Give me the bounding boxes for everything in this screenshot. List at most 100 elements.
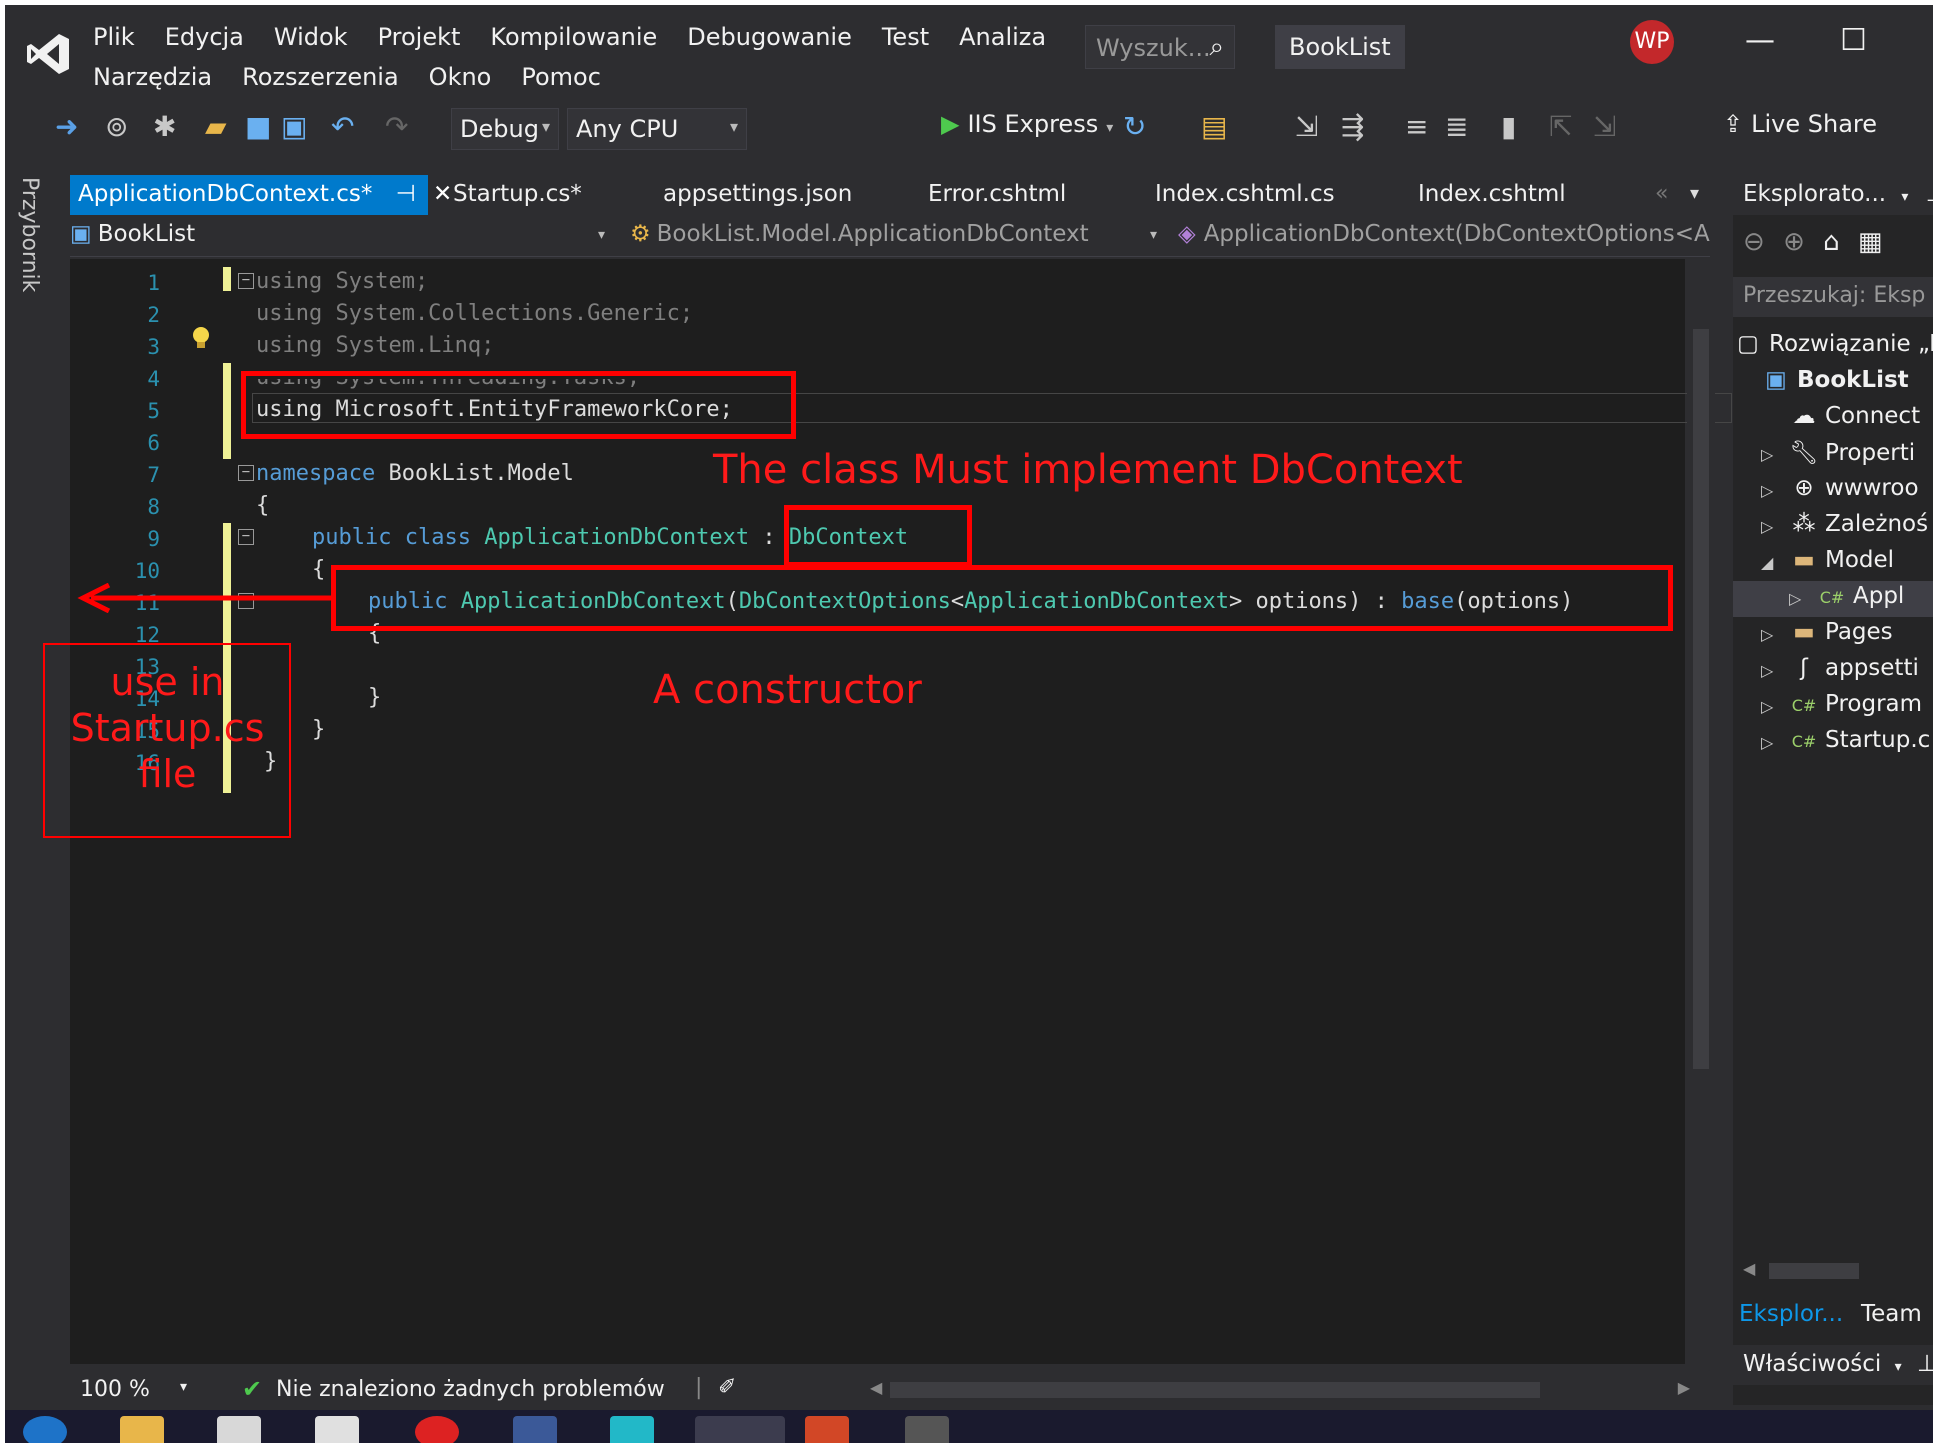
tree-item-model[interactable]: ▬ Model [1789, 547, 1894, 573]
tab-appsettings[interactable]: appsettings.json [655, 175, 860, 215]
save-all-icon[interactable]: ▣ [281, 110, 307, 143]
app-icon[interactable] [610, 1416, 654, 1443]
tree-item-pages[interactable]: ▬ Pages [1789, 619, 1893, 645]
scrollbar-thumb[interactable] [1769, 1263, 1859, 1279]
code-cleanup-icon[interactable]: ✐ [718, 1375, 736, 1400]
tab-solution-explorer[interactable]: Eksplor... [1739, 1301, 1843, 1327]
collapse-icon[interactable]: − [238, 273, 254, 289]
explorer-hscrollbar[interactable]: ◀ [1743, 1259, 1923, 1281]
expand-icon[interactable]: ▷ [1761, 481, 1773, 500]
expand-icon[interactable]: ▷ [1761, 517, 1773, 536]
tab-index-cshtml-cs[interactable]: Index.cshtml.cs [1147, 175, 1343, 215]
menu-narzedzia[interactable]: Narzędzia [93, 63, 212, 91]
scrollbar-thumb[interactable] [1693, 329, 1709, 1069]
tab-application-db-context[interactable]: ApplicationDbContext.cs* ⊣ ✕ [70, 175, 452, 215]
menu-plik[interactable]: Plik [93, 23, 135, 51]
step-into-icon[interactable]: ⇲ [1295, 110, 1318, 143]
chevron-down-icon[interactable]: ▾ [1895, 1359, 1902, 1375]
refresh-icon[interactable]: ↻ [1123, 110, 1146, 143]
open-folder-icon[interactable]: ▰ [205, 110, 227, 143]
redo-icon[interactable]: ↷ [385, 110, 408, 143]
properties-panel-title[interactable]: Właściwości ▾ ⊥ [1733, 1345, 1933, 1385]
maximize-button[interactable]: ☐ [1840, 23, 1867, 58]
scroll-right-icon[interactable]: ▶ [1678, 1378, 1690, 1397]
tree-item-appl[interactable]: C# Appl [1817, 583, 1905, 609]
horizontal-scrollbar[interactable]: ◀ ▶ [870, 1378, 1690, 1398]
undo-icon[interactable]: ↶ [331, 110, 354, 143]
mail-icon[interactable] [315, 1416, 359, 1443]
menu-projekt[interactable]: Projekt [378, 23, 461, 51]
tab-error-cshtml[interactable]: Error.cshtml [920, 175, 1074, 215]
home-icon[interactable]: ⌂ [1823, 227, 1840, 257]
menu-analiza[interactable]: Analiza [959, 23, 1046, 51]
collapse-icon[interactable]: ◢ [1761, 553, 1773, 572]
bookmark-icon[interactable]: ▮ [1501, 110, 1516, 143]
step-over-icon[interactable]: ⇶ [1341, 110, 1364, 143]
pin-icon[interactable]: ⊥ [1926, 181, 1933, 207]
collapse-icon[interactable]: − [238, 529, 254, 545]
lightbulb-icon[interactable] [190, 325, 212, 351]
tree-item-solution[interactable]: ▢ Rozwiązanie „Bo [1733, 331, 1933, 357]
menu-pomoc[interactable]: Pomoc [521, 63, 601, 91]
run-button[interactable]: ▶ IIS Express ▾ [941, 110, 1113, 138]
next-bookmark-icon[interactable]: ⇲ [1593, 110, 1616, 143]
tree-item-program[interactable]: C# Program [1789, 691, 1922, 717]
live-share-button[interactable]: ⇪ Live Share [1723, 110, 1877, 138]
app-icon[interactable] [905, 1416, 949, 1443]
vertical-scrollbar[interactable] [1687, 259, 1715, 1364]
tree-item-project[interactable]: ▣ BookList [1761, 367, 1909, 393]
expand-icon[interactable]: ▷ [1761, 697, 1773, 716]
tree-item-properties[interactable]: 🔧︎ Properti [1789, 439, 1915, 466]
zoom-level[interactable]: 100 % [80, 1377, 150, 1402]
tree-item-connected[interactable]: ☁ Connect [1789, 403, 1921, 429]
collapse-icon[interactable]: − [238, 465, 254, 481]
expand-icon[interactable]: ▷ [1761, 445, 1773, 464]
expand-icon[interactable]: ▷ [1761, 625, 1773, 644]
chevron-down-icon[interactable]: ▾ [180, 1379, 187, 1395]
platform-select[interactable]: Any CPU ▾ [567, 108, 747, 150]
pin-icon[interactable]: ⊣ [396, 181, 416, 207]
back-icon[interactable]: ➜ [55, 110, 78, 143]
user-avatar[interactable]: WP [1630, 20, 1674, 64]
facebook-icon[interactable] [513, 1416, 557, 1443]
outdent-icon[interactable]: ≣ [1445, 110, 1468, 143]
pin-icon[interactable]: ⊥ [1917, 1351, 1933, 1377]
prev-bookmark-icon[interactable]: ⇱ [1549, 110, 1572, 143]
scrollbar-thumb[interactable] [890, 1382, 1540, 1398]
scroll-left-icon[interactable]: ◀ [1743, 1259, 1755, 1278]
tree-item-appsettings[interactable]: ʃ appsetti [1789, 655, 1919, 681]
tab-team-explorer[interactable]: Team [1861, 1301, 1922, 1327]
chevron-down-icon[interactable]: ▾ [1901, 189, 1908, 205]
forward-icon[interactable]: ⊚ [105, 110, 128, 143]
expand-icon[interactable]: ▷ [1761, 733, 1773, 752]
menu-rozszerzenia[interactable]: Rozszerzenia [242, 63, 399, 91]
file-explorer-icon[interactable] [120, 1416, 164, 1443]
store-icon[interactable] [217, 1416, 261, 1443]
new-project-icon[interactable]: ✱ [153, 110, 176, 143]
opera-icon[interactable] [415, 1416, 459, 1443]
configuration-select[interactable]: Debug ▾ [451, 108, 559, 150]
visual-studio-logo[interactable] [25, 30, 73, 78]
search-input[interactable]: Wyszuk... ⌕ [1085, 25, 1235, 69]
powerpoint-icon[interactable] [805, 1416, 849, 1443]
switch-views-icon[interactable]: ▦ [1858, 227, 1883, 257]
menu-debugowanie[interactable]: Debugowanie [687, 23, 852, 51]
minimize-button[interactable]: — [1745, 23, 1775, 58]
type-dropdown[interactable]: ⚙ BookList.Model.ApplicationDbContext [630, 221, 1089, 247]
tab-list-icon[interactable]: ▾ [1690, 183, 1699, 204]
menu-okno[interactable]: Okno [429, 63, 492, 91]
menu-kompilowanie[interactable]: Kompilowanie [490, 23, 657, 51]
indent-icon[interactable]: ≡ [1405, 110, 1428, 143]
tree-item-startup[interactable]: C# Startup.c [1789, 727, 1931, 753]
menu-test[interactable]: Test [882, 23, 929, 51]
save-icon[interactable]: ■ [245, 110, 271, 143]
toolbox-tab[interactable]: Przybornik [17, 177, 42, 292]
project-dropdown[interactable]: ▣ BookList [70, 221, 195, 247]
tab-index-cshtml[interactable]: Index.cshtml [1410, 175, 1574, 215]
expand-icon[interactable]: ▷ [1761, 661, 1773, 680]
explorer-search-input[interactable]: Przeszukaj: Eksp [1733, 277, 1933, 317]
menu-edycja[interactable]: Edycja [165, 23, 244, 51]
tree-item-wwwroot[interactable]: ⊕ wwwroo [1789, 475, 1918, 501]
scroll-left-icon[interactable]: ◀ [870, 1378, 882, 1397]
problems-status[interactable]: Nie znaleziono żadnych problemów [276, 1377, 665, 1402]
